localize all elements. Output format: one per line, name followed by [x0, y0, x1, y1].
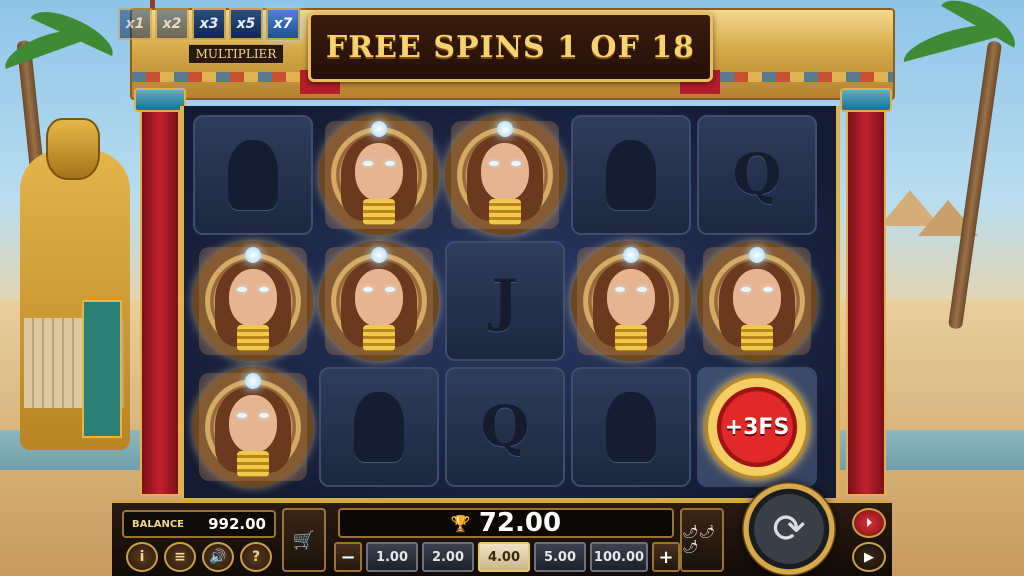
- balance-value: 992.00: [208, 515, 266, 533]
- letter-glyph: Q: [480, 394, 530, 460]
- bet-option[interactable]: 100.00: [590, 542, 648, 572]
- symbol-pharaoh: [571, 367, 691, 487]
- spin-button[interactable]: ⟳: [742, 482, 836, 576]
- pharaoh-silhouette: [606, 392, 656, 462]
- symbol-anubis: [193, 115, 313, 235]
- autoplay-icon: ⏵: [865, 515, 873, 531]
- multiplier-chip: x3: [192, 8, 226, 40]
- multiplier-chip: x7: [266, 8, 300, 40]
- bet-increase-button[interactable]: +: [652, 542, 680, 572]
- menu-button[interactable]: ≡: [164, 542, 196, 572]
- menu-icon: ≡: [174, 549, 186, 565]
- free-spins-bonus-label: +3FS: [724, 414, 790, 440]
- info-icon: i: [139, 549, 145, 565]
- multiplier-label: MULTIPLIER: [188, 44, 284, 64]
- help-button[interactable]: ?: [240, 542, 272, 572]
- free-spins-counter: FREE SPINS 1 OF 18: [325, 29, 696, 65]
- question-icon: ?: [251, 549, 261, 565]
- free-spins-banner: FREE SPINS 1 OF 18: [308, 12, 713, 82]
- multiplier-chips: x1 x2 x3 x5 x7: [118, 8, 308, 40]
- right-column: [840, 88, 892, 496]
- symbol-letter-q: Q: [445, 367, 565, 487]
- play-button[interactable]: ▶: [852, 542, 886, 572]
- balance-label: BALANCE: [132, 518, 185, 530]
- symbol-horus: [571, 115, 691, 235]
- symbol-queen: [319, 241, 439, 361]
- pharaoh-silhouette: [354, 392, 404, 462]
- info-button[interactable]: i: [126, 542, 158, 572]
- turbo-button[interactable]: 🌶🌶🌶: [680, 508, 724, 572]
- bet-option[interactable]: 2.00: [422, 542, 474, 572]
- multiplier-chip: x2: [155, 8, 189, 40]
- cart-icon: 🛒: [292, 529, 316, 551]
- chili-peppers-icon: 🌶🌶🌶: [682, 525, 716, 555]
- multiplier-chip: x5: [229, 8, 263, 40]
- left-column: [134, 88, 186, 496]
- anubis-silhouette: [228, 140, 278, 210]
- play-icon: ▶: [864, 549, 874, 565]
- win-display: 🏆 72.00: [338, 508, 674, 538]
- bet-selector: − 1.00 2.00 4.00 5.00 100.00 +: [334, 542, 680, 572]
- spin-arrows-icon: ⟳: [772, 506, 806, 552]
- bet-decrease-button[interactable]: −: [334, 542, 362, 572]
- win-amount: 72.00: [478, 508, 562, 538]
- sound-button[interactable]: 🔊: [202, 542, 234, 572]
- reel-grid: Q J Q +3FS: [190, 112, 830, 492]
- symbol-queen: [193, 241, 313, 361]
- letter-glyph: J: [491, 268, 519, 334]
- symbol-queen: [697, 241, 817, 361]
- bet-option[interactable]: 1.00: [366, 542, 418, 572]
- trophy-icon: 🏆: [450, 513, 471, 533]
- bet-option[interactable]: 5.00: [534, 542, 586, 572]
- horus-silhouette: [606, 140, 656, 210]
- balance-display: BALANCE 992.00: [122, 510, 276, 538]
- symbol-letter-q: Q: [697, 115, 817, 235]
- symbol-queen: [445, 115, 565, 235]
- letter-glyph: Q: [732, 142, 782, 208]
- free-spins-coin: +3FS: [705, 375, 809, 479]
- symbol-letter-j: J: [445, 241, 565, 361]
- symbol-queen: [319, 115, 439, 235]
- symbol-pharaoh: [319, 367, 439, 487]
- speaker-icon: 🔊: [209, 549, 227, 565]
- symbol-bonus-free-spins: +3FS: [697, 367, 817, 487]
- bet-option[interactable]: 4.00: [478, 542, 530, 572]
- bet-options: 1.00 2.00 4.00 5.00 100.00: [366, 542, 648, 572]
- multiplier-panel: x1 x2 x3 x5 x7 MULTIPLIER: [118, 8, 308, 74]
- symbol-queen: [193, 367, 313, 487]
- warrior-head: [46, 118, 100, 180]
- warrior-sash: [82, 300, 122, 438]
- symbol-queen: [571, 241, 691, 361]
- buy-feature-button[interactable]: 🛒: [282, 508, 326, 572]
- multiplier-chip: x1: [118, 8, 152, 40]
- autoplay-button[interactable]: ⏵: [852, 508, 886, 538]
- palm-tree: [947, 40, 1003, 330]
